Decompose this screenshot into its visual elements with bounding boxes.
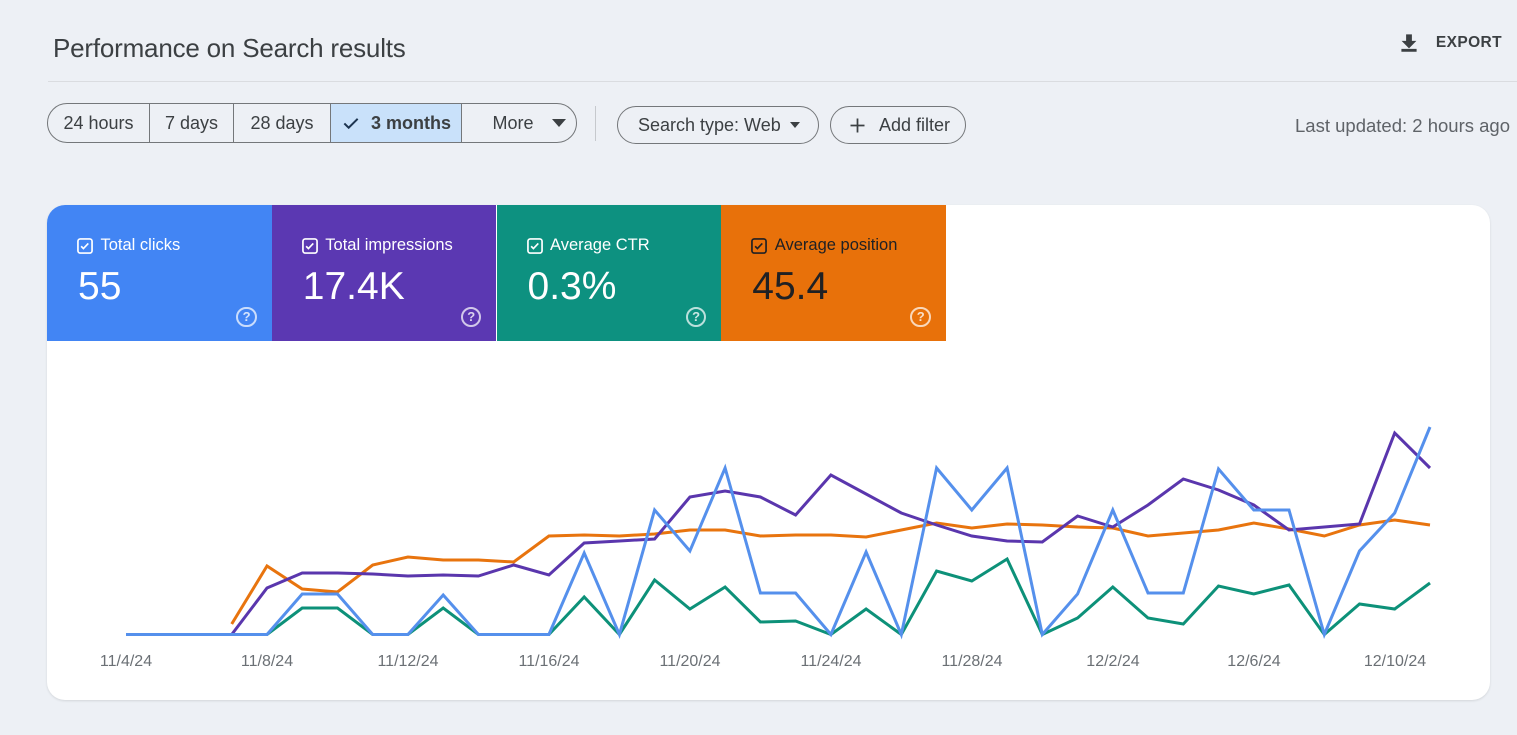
- svg-text:11/16/24: 11/16/24: [518, 653, 579, 670]
- svg-text:11/8/24: 11/8/24: [241, 653, 293, 670]
- svg-text:11/20/24: 11/20/24: [659, 653, 720, 670]
- svg-text:11/24/24: 11/24/24: [800, 653, 861, 670]
- svg-text:11/12/24: 11/12/24: [377, 653, 438, 670]
- svg-text:11/4/24: 11/4/24: [100, 653, 152, 670]
- svg-text:12/6/24: 12/6/24: [1227, 653, 1280, 670]
- svg-text:11/28/24: 11/28/24: [941, 653, 1002, 670]
- svg-text:12/10/24: 12/10/24: [1364, 653, 1426, 670]
- svg-text:12/2/24: 12/2/24: [1086, 653, 1139, 670]
